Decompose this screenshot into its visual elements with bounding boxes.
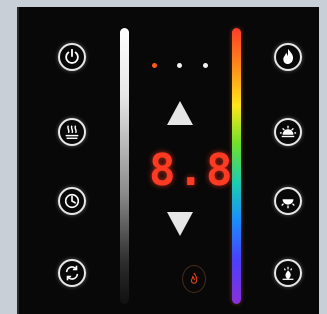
indicator-dot bbox=[152, 63, 157, 68]
up-arrow-icon[interactable] bbox=[167, 101, 193, 125]
bright-light-button[interactable] bbox=[274, 118, 302, 146]
flame-button[interactable] bbox=[274, 43, 302, 71]
indicator-dot bbox=[203, 63, 208, 68]
brightness-slider[interactable] bbox=[120, 28, 129, 304]
power-icon bbox=[65, 48, 79, 64]
small-flame-icon bbox=[191, 272, 198, 284]
fireplace-control-panel: 8.8 bbox=[17, 7, 319, 314]
digital-display: 8.8 bbox=[149, 145, 235, 196]
bright-light-icon bbox=[279, 125, 297, 138]
ember-icon bbox=[282, 266, 294, 280]
down-arrow-icon[interactable] bbox=[167, 212, 193, 236]
heat-waves-icon bbox=[65, 125, 79, 140]
indicator-dot bbox=[177, 63, 182, 68]
flame-effect-button[interactable] bbox=[182, 265, 206, 293]
dim-light-icon bbox=[281, 199, 295, 209]
heat-button[interactable] bbox=[58, 118, 86, 146]
power-button[interactable] bbox=[58, 43, 86, 71]
cycle-button[interactable] bbox=[58, 259, 86, 287]
cycle-icon bbox=[65, 265, 79, 281]
dim-light-button[interactable] bbox=[274, 187, 302, 215]
timer-button[interactable] bbox=[58, 187, 86, 215]
flame-icon bbox=[283, 48, 294, 64]
ember-button[interactable] bbox=[274, 259, 302, 287]
clock-icon bbox=[64, 193, 80, 209]
